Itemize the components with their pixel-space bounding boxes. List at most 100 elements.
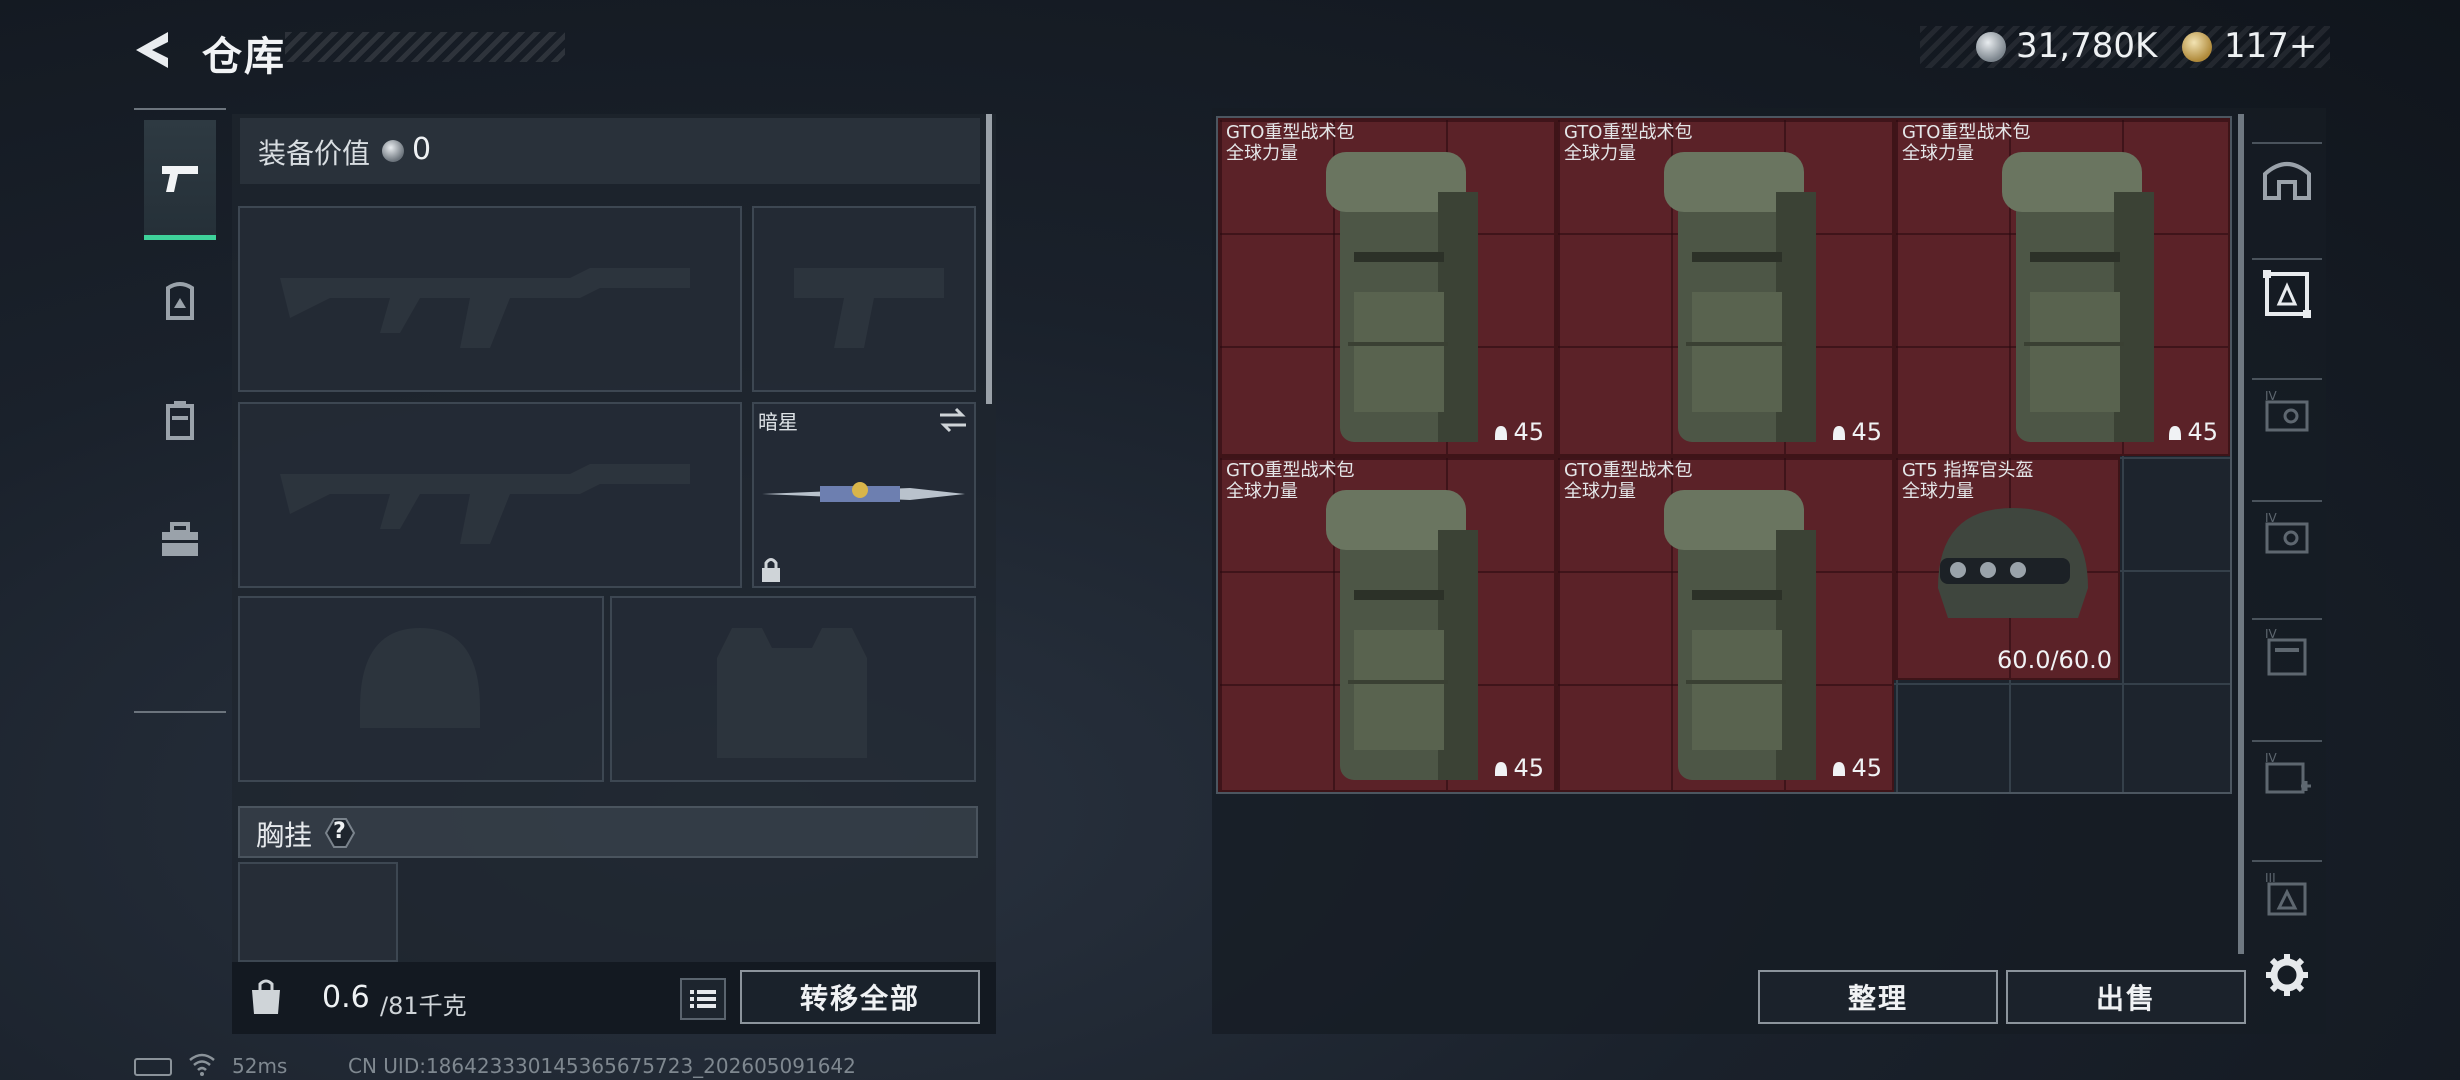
sidebar-item-case-iii[interactable]: III [2252, 860, 2322, 930]
item-name: GTO重型战术包 全球力量 [1564, 122, 1692, 164]
storage-item-backpack[interactable]: GTO重型战术包 全球力量 45 [1556, 118, 1894, 456]
sidebar-item-case-iv-a[interactable]: IV [2252, 378, 2322, 448]
storage-item-backpack[interactable]: GTO重型战术包 全球力量 45 [1218, 456, 1556, 792]
list-icon[interactable] [680, 978, 726, 1020]
weight-capacity: /81千克 [380, 992, 467, 1020]
swap-icon[interactable] [936, 406, 970, 434]
equipment-value: 0 [412, 132, 432, 167]
tab-container[interactable] [144, 360, 216, 480]
helmet-level-icon [2169, 426, 2182, 440]
svg-text:IV: IV [2265, 751, 2278, 765]
chest-rig-slot[interactable] [238, 862, 398, 962]
sell-button[interactable]: 出售 [2006, 970, 2246, 1024]
backpack-icon [1664, 490, 1816, 780]
item-source: 全球力量 [1564, 143, 1636, 164]
sort-button[interactable]: 整理 [1758, 970, 1998, 1024]
gear-icon[interactable] [2262, 950, 2312, 1000]
backpack-icon [2002, 152, 2154, 442]
toolbox-icon [162, 522, 198, 556]
expansion-case-icon: IV [2265, 511, 2309, 554]
help-glyph: ? [333, 819, 346, 844]
item-title: GTO重型战术包 [1902, 122, 2031, 143]
helmet-level-icon [1495, 426, 1508, 440]
chest-rig-label: 胸挂 [256, 819, 313, 852]
storage-item-backpack[interactable]: GTO重型战术包 全球力量 45 [1894, 118, 2230, 456]
item-durability: 60.0/60.0 [1997, 646, 2112, 674]
svg-text:IV: IV [2265, 389, 2278, 403]
item-source: 全球力量 [1902, 143, 1974, 164]
item-title: GTO重型战术包 [1226, 460, 1355, 481]
helmet-silhouette-icon [360, 628, 480, 728]
equipment-value-label: 装备价值 [258, 137, 371, 170]
item-quality-value: 45 [1513, 754, 1544, 782]
svg-text:IV: IV [2265, 628, 2278, 641]
expansion-case-icon: III [2265, 871, 2307, 916]
silver-amount: 31,780K [2016, 26, 2158, 66]
page-title: 仓库 [202, 34, 286, 80]
armor-silhouette-icon [717, 628, 867, 758]
case-icon [166, 401, 194, 440]
item-quality-value: 45 [1513, 418, 1544, 446]
pistol-slot[interactable] [752, 206, 976, 392]
storage-item-backpack[interactable]: GTO重型战术包 全球力量 45 [1218, 118, 1556, 456]
tab-gear[interactable] [144, 240, 216, 360]
pistol-silhouette-icon [794, 268, 944, 348]
lock-icon [762, 558, 780, 582]
back-arrow-icon[interactable] [128, 28, 180, 72]
item-quality-value: 45 [2187, 418, 2218, 446]
item-quality-value: 45 [1851, 418, 1882, 446]
melee-name: 暗星 [758, 410, 798, 434]
svg-text:III: III [2265, 871, 2276, 885]
equipment-tabs [134, 108, 226, 713]
item-source: 全球力量 [1902, 481, 1974, 502]
item-name: GTO重型战术包 全球力量 [1902, 122, 2030, 164]
title-stripe [285, 32, 565, 62]
sidebar-item-case-iv-b[interactable]: IV [2252, 500, 2322, 570]
pistol-icon [162, 165, 198, 192]
helmet-slot[interactable] [238, 596, 604, 782]
item-title: GT5 指挥官头盔 [1902, 460, 2034, 481]
storage-item-backpack[interactable]: GTO重型战术包 全球力量 45 [1556, 456, 1894, 792]
ping-value: 52ms [232, 1054, 288, 1078]
gold-amount[interactable]: 117+ [2224, 26, 2317, 66]
sidebar-item-case-iv-d[interactable]: IV [2252, 740, 2322, 810]
item-source: 全球力量 [1564, 481, 1636, 502]
sidebar-item-case-iv-c[interactable]: IV [2252, 618, 2322, 688]
equipment-scrollbar[interactable] [986, 114, 992, 404]
item-quality: 45 [1831, 754, 1882, 782]
sidebar-item-storage[interactable] [2252, 258, 2322, 328]
backpack-icon [1326, 152, 1478, 442]
silver-coin-icon [382, 140, 404, 162]
item-source: 全球力量 [1226, 481, 1298, 502]
secondary-weapon-slot[interactable] [238, 402, 742, 588]
item-name: GTO重型战术包 全球力量 [1564, 460, 1692, 502]
svg-text:IV: IV [2265, 511, 2278, 525]
transfer-all-button[interactable]: 转移全部 [740, 970, 980, 1024]
user-uid: CN UID:186423330145365675723_20260509164… [348, 1054, 856, 1078]
item-quality: 45 [1493, 754, 1544, 782]
sidebar-item-safehouse[interactable] [2252, 142, 2322, 212]
primary-weapon-slot[interactable] [238, 206, 742, 392]
storage-scrollbar[interactable] [2238, 114, 2244, 954]
item-title: GTO重型战术包 [1564, 122, 1693, 143]
gold-coin-icon [2182, 32, 2212, 62]
tab-toolbox[interactable] [144, 480, 216, 600]
backpack-icon [166, 282, 194, 320]
item-title: GTO重型战术包 [1226, 122, 1355, 143]
safehouse-icon [2263, 162, 2311, 200]
item-source: 全球力量 [1226, 143, 1298, 164]
armor-slot[interactable] [610, 596, 976, 782]
item-name: GT5 指挥官头盔 全球力量 [1902, 460, 2033, 502]
item-name: GTO重型战术包 全球力量 [1226, 460, 1354, 502]
item-title: GTO重型战术包 [1564, 460, 1693, 481]
help-icon[interactable]: ? [322, 817, 358, 849]
storage-item-helmet[interactable]: GT5 指挥官头盔 全球力量 60.0/60.0 [1894, 456, 2120, 680]
rifle-silhouette-icon [280, 464, 690, 544]
tab-weapons[interactable] [144, 120, 216, 240]
item-quality: 45 [2167, 418, 2218, 446]
storage-icon [2263, 270, 2311, 318]
silver-coin-icon [1976, 32, 2006, 62]
weight-value: 0.6 [322, 980, 370, 1015]
helmet-level-icon [1833, 762, 1846, 776]
item-quality: 45 [1493, 418, 1544, 446]
